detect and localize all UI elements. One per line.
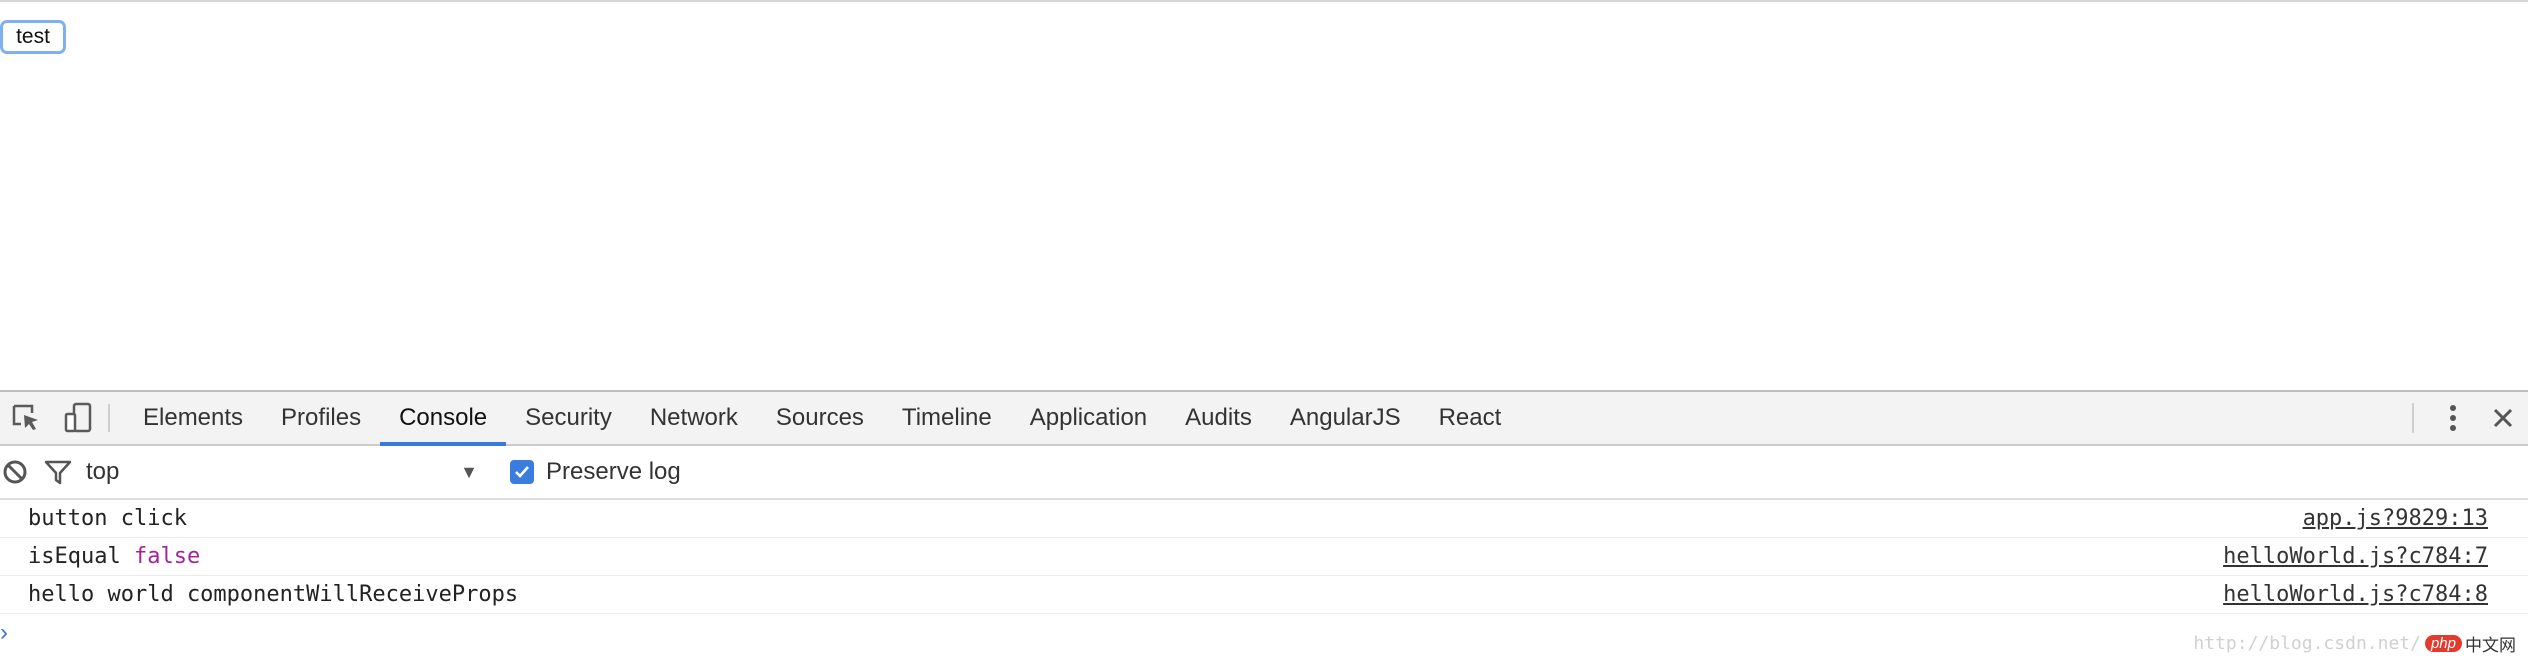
log-message-text: isEqual <box>28 544 121 569</box>
more-options-icon[interactable] <box>2428 392 2478 444</box>
page-content: test <box>0 0 2528 390</box>
preserve-log-label: Preserve log <box>546 458 681 485</box>
log-source-link[interactable]: helloWorld.js?c784:8 <box>2223 582 2488 607</box>
clear-console-icon[interactable] <box>0 446 30 498</box>
tab-timeline[interactable]: Timeline <box>883 392 1011 444</box>
log-row: isEqual false helloWorld.js?c784:7 <box>0 538 2528 576</box>
filter-icon[interactable] <box>30 446 86 498</box>
tab-angularjs[interactable]: AngularJS <box>1271 392 1420 444</box>
preserve-log-toggle[interactable]: Preserve log <box>510 458 681 486</box>
device-toolbar-icon[interactable] <box>52 392 104 444</box>
prompt-chevron-icon: › <box>0 619 8 646</box>
tab-sources[interactable]: Sources <box>757 392 883 444</box>
toolbar-divider <box>108 404 110 432</box>
context-select[interactable]: top ▼ <box>86 452 486 492</box>
console-log-list: button click app.js?9829:13 isEqual fals… <box>0 500 2528 652</box>
tabbar-actions <box>2412 392 2528 444</box>
log-value: false <box>133 544 201 569</box>
preserve-log-checkbox[interactable] <box>510 460 534 484</box>
console-filterbar: top ▼ Preserve log <box>0 446 2528 500</box>
tab-console[interactable]: Console <box>380 392 507 446</box>
log-message: hello world componentWillReceiveProps <box>28 582 519 607</box>
devtools-panel: Elements Profiles Console Security Netwo… <box>0 390 2528 664</box>
log-source-link[interactable]: helloWorld.js?c784:7 <box>2223 544 2488 569</box>
log-row: button click app.js?9829:13 <box>0 500 2528 538</box>
log-source-link[interactable]: app.js?9829:13 <box>2303 506 2488 531</box>
context-value: top <box>86 458 120 485</box>
test-button[interactable]: test <box>0 20 66 54</box>
php-logo-mark: php <box>2424 635 2462 652</box>
close-icon[interactable] <box>2478 392 2528 444</box>
php-logo-text: 中文网 <box>2465 636 2516 655</box>
devtools-tabbar: Elements Profiles Console Security Netwo… <box>0 392 2528 446</box>
php-logo: php 中文网 <box>2424 631 2516 656</box>
tab-profiles[interactable]: Profiles <box>262 392 380 444</box>
actions-divider <box>2412 403 2414 433</box>
log-message: button click <box>28 506 187 531</box>
watermark-url: http://blog.csdn.net/ <box>2193 633 2421 654</box>
log-row: hello world componentWillReceiveProps he… <box>0 576 2528 614</box>
tab-react[interactable]: React <box>1420 392 1521 444</box>
watermark: http://blog.csdn.net/ php 中文网 <box>2193 631 2516 656</box>
tab-application[interactable]: Application <box>1011 392 1166 444</box>
tab-security[interactable]: Security <box>506 392 631 444</box>
console-prompt[interactable]: › <box>0 614 2528 652</box>
dropdown-caret-icon: ▼ <box>460 461 478 482</box>
tab-elements[interactable]: Elements <box>124 392 262 444</box>
log-message: isEqual false <box>28 544 200 569</box>
tab-network[interactable]: Network <box>631 392 757 444</box>
tab-audits[interactable]: Audits <box>1166 392 1271 444</box>
inspect-element-icon[interactable] <box>0 392 52 444</box>
